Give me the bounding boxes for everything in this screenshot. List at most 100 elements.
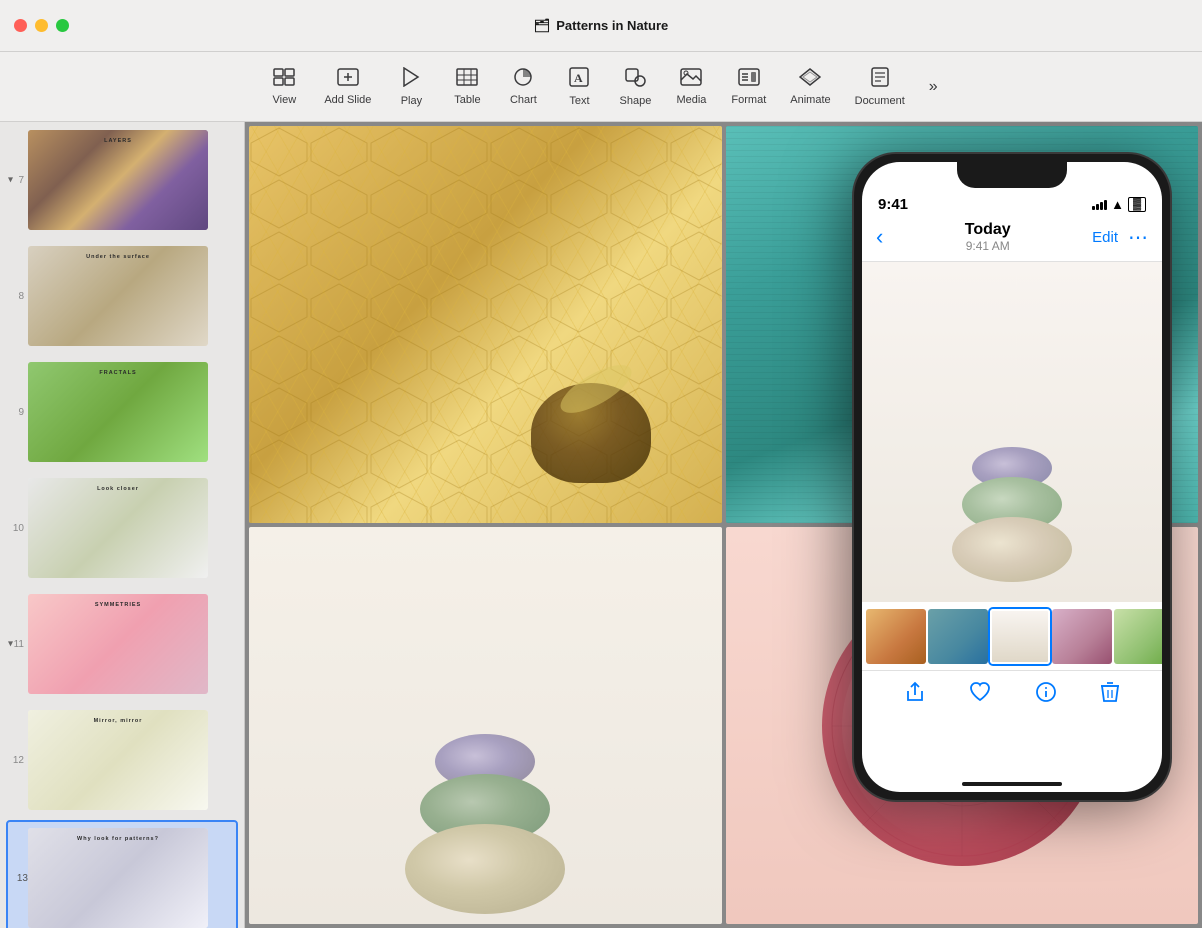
photos-header: ‹ Today 9:41 AM Edit ⋯ [862,217,1162,262]
toolbar: View Add Slide Play [0,52,1202,122]
slide-item-13[interactable]: 13 Why look for patterns? [6,820,238,928]
chart-label: Chart [510,94,537,106]
urchin-stack [405,734,565,914]
iphone-screen: 9:41 ▲ ▓ [862,162,1162,792]
slide-number-13: 13 [12,873,28,884]
add-slide-icon [337,68,359,90]
slide-thumb-7: LAYERS [28,130,208,230]
iphone-notch [957,162,1067,188]
slide-item-9[interactable]: 9 FRACTALS [0,354,244,470]
slide-10-title: Look closer [97,486,139,492]
status-time: 9:41 [878,196,908,213]
slide-9-title: FRACTALS [99,370,136,376]
format-icon [738,68,760,90]
slide-group-11: ▾ 11 SYMMETRIES [0,586,244,702]
grid-cell-urchins [249,527,722,924]
photos-back-button[interactable]: ‹ [876,224,883,250]
toolbar-chart[interactable]: Chart [497,62,549,112]
wifi-icon: ▲ [1111,197,1124,212]
svg-text:A: A [574,71,583,85]
chart-icon [512,68,534,90]
status-icons: ▲ ▓ [1092,197,1146,212]
urchin-bot [405,824,565,914]
format-label: Format [731,94,766,106]
toolbar-document[interactable]: Document [845,61,915,113]
maximize-button[interactable] [56,19,69,32]
slide-thumb-8: Under the surface [28,246,208,346]
toolbar-shape[interactable]: Shape [609,61,661,113]
toolbar-view[interactable]: View [258,62,310,112]
filmstrip-thumb-2[interactable] [928,609,988,664]
slide-number-11: 11 [8,639,24,650]
play-label: Play [401,95,422,107]
view-icon [273,68,295,90]
photos-toolbar [862,670,1162,713]
filmstrip-thumb-5[interactable] [1114,609,1162,664]
animate-label: Animate [790,94,830,106]
slide-thumb-13: Why look for patterns? [28,828,208,928]
filmstrip-thumb-1[interactable] [866,609,926,664]
slide-number-8: 8 [8,291,24,302]
title-bar: 🗂 Patterns in Nature [0,0,1202,52]
info-button[interactable] [1035,681,1057,703]
document-label: Document [855,95,905,107]
slide-item-10[interactable]: 10 Look closer [0,470,244,586]
text-label: Text [569,95,589,107]
battery-icon: ▓ [1128,197,1146,212]
toolbar-add-slide[interactable]: Add Slide [314,62,381,112]
slide-panel: ▾ 7 LAYERS 8 Under the surface 9 [0,122,245,928]
slide-item-12[interactable]: 12 Mirror, mirror [0,702,244,818]
photos-edit-button[interactable]: Edit [1092,229,1118,246]
canvas-area: 9:41 ▲ ▓ [245,122,1202,928]
toolbar-text[interactable]: A Text [553,61,605,113]
app-icon: 🗂 [534,18,551,34]
photos-main-image [862,262,1162,602]
photos-more-button[interactable]: ⋯ [1128,225,1148,250]
title-text: Patterns in Nature [556,18,668,33]
filmstrip-thumb-4[interactable] [1052,609,1112,664]
slide-12-title: Mirror, mirror [94,718,143,724]
iphone-device: 9:41 ▲ ▓ [852,152,1172,802]
slide-thumb-9: FRACTALS [28,362,208,462]
view-label: View [273,94,297,106]
traffic-lights [14,19,69,32]
signal-icon [1092,200,1107,210]
toolbar-format[interactable]: Format [721,62,776,112]
table-icon [456,68,478,90]
minimize-button[interactable] [35,19,48,32]
slide-7-title: LAYERS [104,138,132,144]
document-icon [871,67,889,91]
media-icon [680,68,702,90]
slide-item-7[interactable]: 7 LAYERS [0,122,244,238]
photos-filmstrip [862,602,1162,670]
animate-icon [799,68,821,90]
slide-group-7: ▾ 7 LAYERS [0,122,244,238]
toolbar-table[interactable]: Table [441,62,493,112]
filmstrip-thumb-3[interactable] [990,609,1050,664]
main-content: ▾ 7 LAYERS 8 Under the surface 9 [0,122,1202,928]
slide-number-9: 9 [8,407,24,418]
share-button[interactable] [904,681,926,703]
grid-cell-bee [249,126,722,523]
add-slide-label: Add Slide [324,94,371,106]
photos-date-sub: 9:41 AM [965,239,1011,253]
slide-11-title: SYMMETRIES [95,602,141,608]
toolbar-animate[interactable]: Animate [780,62,840,112]
delete-button[interactable] [1100,681,1120,703]
favorite-button[interactable] [969,681,991,703]
phone-urchin-bot [952,517,1072,582]
slide-thumb-11: SYMMETRIES [28,594,208,694]
photos-date: Today 9:41 AM [965,221,1011,253]
toolbar-media[interactable]: Media [665,62,717,112]
toolbar-play[interactable]: Play [385,61,437,113]
play-icon [402,67,420,91]
shape-icon [624,67,646,91]
toolbar-more-button[interactable]: » [923,72,944,102]
iphone-body: 9:41 ▲ ▓ [852,152,1172,802]
media-label: Media [676,94,706,106]
slide-item-8[interactable]: 8 Under the surface [0,238,244,354]
slide-13-title: Why look for patterns? [77,836,159,842]
slide-item-11[interactable]: 11 SYMMETRIES [0,586,244,702]
close-button[interactable] [14,19,27,32]
slide-thumb-10: Look closer [28,478,208,578]
